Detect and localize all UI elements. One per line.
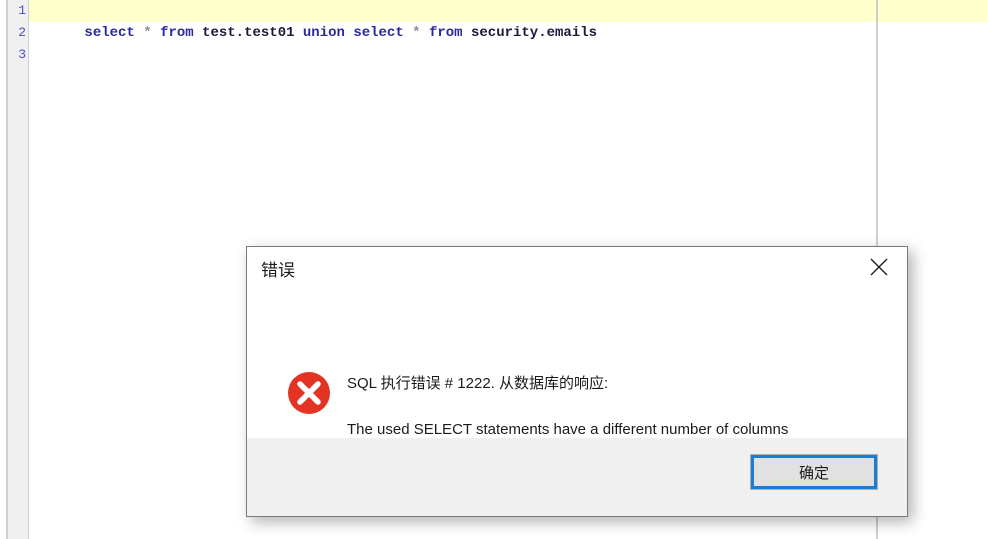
code-line[interactable]: [29, 44, 987, 66]
dialog-title: 错误: [261, 261, 295, 280]
error-message-line1: SQL 执行错误 # 1222. 从数据库的响应:: [347, 375, 609, 392]
ok-button[interactable]: 确定: [750, 454, 878, 490]
code-line[interactable]: [29, 22, 987, 44]
error-message-line2: The used SELECT statements have a differ…: [347, 421, 789, 438]
error-dialog: 错误 SQL 执行错误 # 1222. 从数据库的响应: The used SE…: [246, 246, 908, 517]
close-icon[interactable]: [857, 251, 901, 283]
line-number: 3: [18, 47, 26, 62]
line-number: 1: [18, 3, 26, 18]
dialog-footer: 确定: [247, 438, 907, 516]
code-line[interactable]: select * from test.test01 union select *…: [29, 0, 987, 41]
line-number-gutter: 1 2 3: [8, 0, 29, 539]
error-circle-x-icon: [287, 371, 331, 415]
line-number: 2: [18, 25, 26, 40]
dialog-titlebar: 错误: [247, 247, 907, 289]
dialog-body: SQL 执行错误 # 1222. 从数据库的响应: The used SELEC…: [247, 289, 907, 438]
